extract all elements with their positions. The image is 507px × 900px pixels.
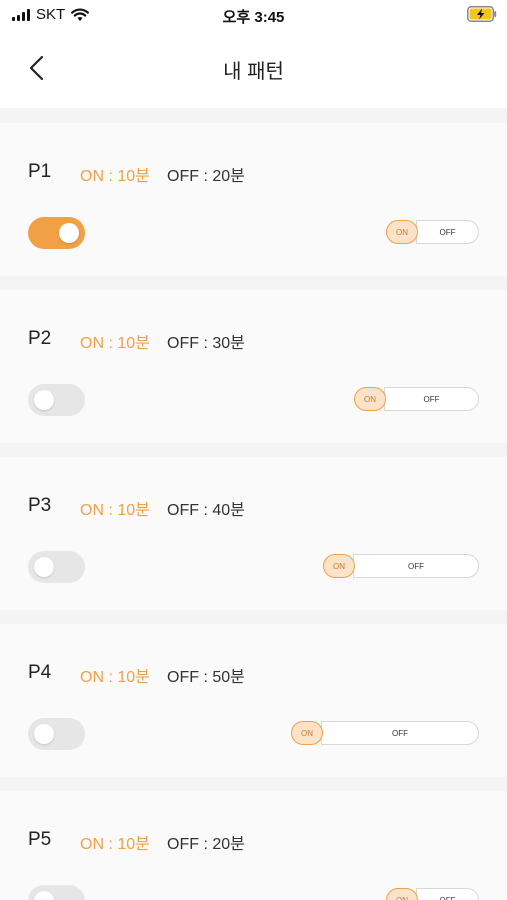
- pattern-on-duration: ON : 10분: [80, 335, 150, 352]
- on-off-ratio-bar: ON OFF: [323, 554, 479, 578]
- on-off-ratio-bar: ON OFF: [291, 721, 479, 745]
- ratio-bar-off: OFF: [321, 721, 479, 745]
- nav-header: 내 패턴: [0, 30, 507, 108]
- ratio-bar-on: ON: [386, 888, 418, 900]
- pattern-on-duration: ON : 10분: [80, 669, 150, 686]
- ratio-bar-off: OFF: [384, 387, 479, 411]
- pattern-on-duration: ON : 10분: [80, 836, 150, 853]
- pattern-on-duration: ON : 10분: [80, 502, 150, 519]
- pattern-label: P5: [28, 829, 52, 850]
- pattern-label: P1: [28, 161, 52, 182]
- pattern-off-duration: OFF : 20분: [167, 168, 245, 185]
- pattern-on-duration: ON : 10분: [80, 168, 150, 185]
- toggle-knob: [34, 390, 54, 410]
- pattern-card-p2: P2 ON : 10분 OFF : 30분 ON OFF: [0, 290, 507, 443]
- status-time: 오후 3:45: [222, 9, 285, 26]
- on-off-ratio-bar: ON OFF: [354, 387, 479, 411]
- ratio-bar-on: ON: [323, 554, 355, 578]
- pattern-off-duration: OFF : 40분: [167, 502, 245, 519]
- toggle-knob: [59, 223, 79, 243]
- pattern-label: P3: [28, 495, 52, 516]
- on-off-ratio-bar: ON OFF: [386, 220, 479, 244]
- ratio-bar-off: OFF: [416, 220, 479, 244]
- pattern-off-duration: OFF : 30분: [167, 335, 245, 352]
- on-off-ratio-bar: ON OFF: [386, 888, 479, 900]
- pattern-toggle[interactable]: [28, 551, 85, 583]
- ratio-bar-on: ON: [386, 220, 418, 244]
- toggle-knob: [34, 557, 54, 577]
- pattern-toggle[interactable]: [28, 217, 85, 249]
- pattern-card-p4: P4 ON : 10분 OFF : 50분 ON OFF: [0, 624, 507, 777]
- pattern-label: P4: [28, 662, 52, 683]
- toggle-knob: [34, 891, 54, 900]
- pattern-label: P2: [28, 328, 52, 349]
- pattern-card-p1: P1 ON : 10분 OFF : 20분 ON OFF: [0, 123, 507, 276]
- ratio-bar-off: OFF: [416, 888, 479, 900]
- status-bar: SKT 오후 3:45: [0, 0, 507, 30]
- battery-charging-icon: [467, 6, 497, 22]
- pattern-card-p5: P5 ON : 10분 OFF : 20분 ON OFF: [0, 791, 507, 900]
- toggle-knob: [34, 724, 54, 744]
- page-title: 내 패턴: [223, 61, 284, 83]
- pattern-toggle[interactable]: [28, 885, 85, 900]
- ratio-bar-off: OFF: [353, 554, 479, 578]
- ratio-bar-on: ON: [291, 721, 323, 745]
- pattern-toggle[interactable]: [28, 718, 85, 750]
- pattern-toggle[interactable]: [28, 384, 85, 416]
- pattern-card-p3: P3 ON : 10분 OFF : 40분 ON OFF: [0, 457, 507, 610]
- ratio-bar-on: ON: [354, 387, 386, 411]
- pattern-off-duration: OFF : 20분: [167, 836, 245, 853]
- pattern-off-duration: OFF : 50분: [167, 669, 245, 686]
